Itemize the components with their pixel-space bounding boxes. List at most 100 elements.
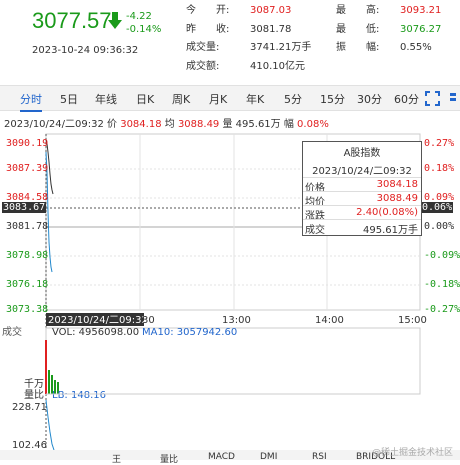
stat-label: 成交量:: [186, 42, 220, 53]
tab-year-line[interactable]: 年线: [95, 91, 117, 107]
stat-high: 最 高: 3093.21: [336, 5, 441, 17]
tooltip-row-volume: 成交 495.61万手: [303, 219, 421, 236]
info-price-label: 价: [107, 119, 118, 130]
tab-monthly-k[interactable]: 月K: [209, 91, 227, 107]
down-arrow-icon: [108, 12, 122, 29]
y-left-2: 3087.39: [6, 163, 49, 174]
tab-indicator-dmi[interactable]: DMI: [260, 452, 277, 462]
lb-tick-high: 228.71: [12, 402, 47, 413]
tab-indicator-rsi[interactable]: RSI: [312, 452, 327, 462]
y-right-7: -0.27%: [424, 304, 460, 315]
y-left-4: 3081.78: [6, 221, 49, 232]
x-label-1030: 30: [142, 315, 155, 326]
tooltip-row-avg: 均价 3088.49: [303, 191, 421, 208]
y-left-5: 3078.98: [6, 250, 49, 261]
tooltip-value: 3084.18: [376, 179, 418, 190]
tab-daily-k[interactable]: 日K: [136, 91, 154, 107]
tab-weekly-k[interactable]: 周K: [172, 91, 190, 107]
more-icon[interactable]: [448, 91, 458, 106]
tab-5day[interactable]: 5日: [60, 91, 78, 107]
unit-label: 千万: [24, 378, 44, 390]
lb-value: LB: 148.16: [52, 390, 106, 401]
stat-open: 今 开: 3087.03: [186, 5, 291, 17]
y-right-4: 0.00%: [424, 221, 455, 232]
y-right-5: -0.09%: [424, 250, 460, 261]
quote-datetime: 2023-10-24 09:36:32: [32, 45, 139, 56]
crosshair-info-line: 2023/10/24/二09:32 价 3084.18 均 3088.49 量 …: [4, 115, 329, 130]
x-label-1400: 14:00: [315, 315, 344, 326]
stat-value: 3093.21: [400, 5, 442, 16]
vol-value: VOL: 4956098.00: [52, 327, 139, 338]
stat-value: 3076.27: [400, 24, 442, 35]
tab-yearly-k[interactable]: 年K: [246, 91, 264, 107]
lb-line: [45, 399, 55, 450]
y-left-6: 3076.18: [6, 279, 49, 290]
stat-label: 昨 收:: [186, 24, 230, 35]
y-cursor-label: 3083.67: [2, 202, 47, 213]
stat-amplitude: 振 幅: 0.55%: [336, 42, 432, 54]
y-left-1: 3090.19: [6, 138, 49, 149]
tab-indicator-macd[interactable]: MACD: [208, 452, 235, 462]
tooltip-key: 成交: [305, 225, 325, 236]
ma10-value: MA10: 3057942.60: [142, 327, 237, 338]
tab-indicator-0[interactable]: 王: [112, 452, 121, 465]
stat-label: 今 开:: [186, 5, 230, 16]
period-tabs: 分时 5日 年线 日K 周K 月K 年K 5分 15分 30分 60分: [0, 85, 460, 112]
tab-60min[interactable]: 60分: [394, 91, 419, 107]
crosshair-tooltip: A股指数 2023/10/24/二09:32 价格 3084.18 均价 3088.…: [302, 141, 422, 236]
tooltip-row-change: 涨跌 2.40(0.08%): [303, 205, 421, 222]
volume-label: 成交: [2, 325, 22, 338]
y-right-6: -0.18%: [424, 279, 460, 290]
current-price: 3077.57: [32, 8, 112, 33]
stat-label: 最 低:: [336, 24, 380, 35]
x-label-1500: 15:00: [398, 315, 427, 326]
tooltip-time: 2023/10/24/二09:32: [312, 166, 412, 177]
vertical-grid: [139, 134, 328, 310]
info-pct: 0.08%: [297, 119, 329, 130]
tab-15min[interactable]: 15分: [320, 91, 345, 107]
x-cursor-label: 2023/10/24/二09:32: [48, 315, 148, 326]
stat-label: 最 高:: [336, 5, 380, 16]
stat-value: 0.55%: [400, 42, 432, 53]
fullscreen-icon[interactable]: [425, 91, 440, 106]
stat-value: 3741.21万手: [250, 42, 312, 53]
stat-label: 成交额:: [186, 61, 220, 72]
stat-amount: 成交额: 410.10亿元: [186, 61, 305, 73]
stat-value: 410.10亿元: [250, 61, 305, 72]
info-pct-label: 幅: [283, 119, 294, 130]
x-label-1300: 13:00: [222, 315, 251, 326]
info-datetime: 2023/10/24/二09:32: [4, 119, 104, 130]
price-change: -4.22 -0.14%: [126, 10, 161, 36]
stat-label: 振 幅:: [336, 42, 380, 53]
info-price: 3084.18: [120, 119, 162, 130]
stat-value: 3081.78: [250, 24, 292, 35]
change-value: -4.22: [126, 11, 152, 22]
info-vol-label: 量: [222, 119, 233, 130]
lb-tick-low: 102.46: [12, 440, 47, 450]
y-right-1: 0.27%: [424, 138, 455, 149]
info-avg: 3088.49: [177, 119, 220, 130]
tab-5min[interactable]: 5分: [284, 91, 302, 107]
y-left-7: 3073.38: [6, 304, 49, 315]
tooltip-value: 3088.49: [376, 193, 418, 204]
tooltip-row-price: 价格 3084.18: [303, 177, 421, 194]
tab-30min[interactable]: 30分: [357, 91, 382, 107]
tab-intraday[interactable]: 分时: [20, 91, 42, 112]
volume-bars: [45, 340, 59, 394]
lb-label: 量比: [24, 389, 44, 401]
change-percent: -0.14%: [126, 24, 162, 35]
quote-header: 3077.57 -4.22 -0.14% 2023-10-24 09:36:32…: [0, 0, 460, 78]
stat-low: 最 低: 3076.27: [336, 24, 441, 36]
info-vol: 495.61万: [235, 119, 281, 130]
stat-volume: 成交量: 3741.21万手: [186, 42, 311, 54]
stat-prev-close: 昨 收: 3081.78: [186, 24, 291, 36]
stat-value: 3087.03: [250, 5, 292, 16]
watermark: @稀土掘金技术社区: [372, 448, 454, 458]
tooltip-value: 495.61万手: [363, 225, 418, 236]
y-right-2: 0.18%: [424, 163, 455, 174]
tooltip-value: 2.40(0.08%): [356, 207, 418, 218]
y-right-cursor-label: 0.06%: [421, 202, 454, 213]
tab-indicator-volume-ratio[interactable]: 量比: [160, 452, 178, 465]
info-avg-label: 均: [164, 119, 175, 130]
tooltip-title: A股指数: [343, 148, 381, 159]
